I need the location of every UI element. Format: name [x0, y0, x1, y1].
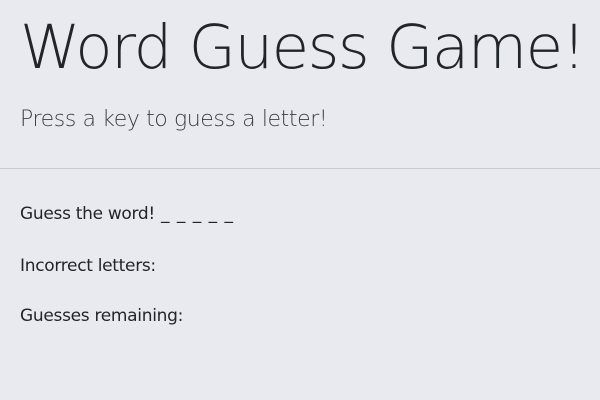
word-display: _ _ _ _ _: [160, 204, 235, 224]
incorrect-letters-label: Incorrect letters:: [20, 256, 156, 276]
word-label: Guess the word!: [20, 204, 155, 224]
divider: [0, 168, 600, 169]
incorrect-letters-line: Incorrect letters:: [20, 256, 162, 276]
instructions-text: Press a key to guess a letter!: [20, 107, 328, 132]
jumbotron: Word Guess Game! Press a key to guess a …: [0, 0, 600, 400]
page-title: Word Guess Game!: [20, 12, 586, 83]
guesses-remaining-line: Guesses remaining:: [20, 306, 189, 326]
word-line: Guess the word! _ _ _ _ _: [20, 204, 234, 224]
guesses-remaining-label: Guesses remaining:: [20, 306, 184, 326]
